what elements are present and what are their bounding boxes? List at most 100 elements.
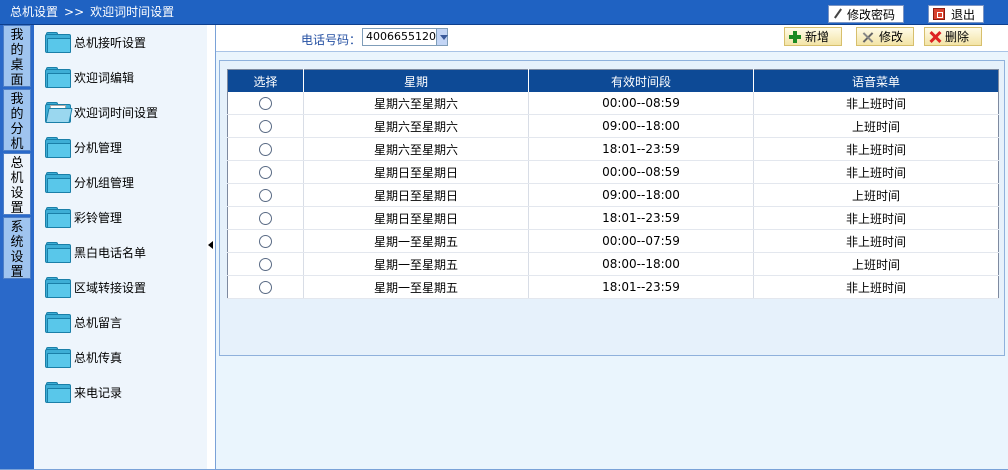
menu-item-welcome-time[interactable]: 欢迎词时间设置 — [44, 99, 158, 125]
select-cell — [227, 183, 304, 207]
weekday-cell: 星期日至星期日 — [303, 206, 529, 230]
phone-number-value: 4006655120 — [366, 30, 436, 43]
row-radio[interactable] — [259, 143, 272, 156]
time-range-cell: 00:00--08:59 — [528, 92, 754, 115]
row-radio[interactable] — [259, 97, 272, 110]
tools-icon — [861, 31, 875, 43]
table-row[interactable]: 星期六至星期六 00:00--08:59 非上班时间 — [227, 92, 999, 115]
vtab-label: 系统设置 — [10, 220, 24, 280]
voice-menu-cell: 非上班时间 — [753, 229, 999, 253]
row-radio[interactable] — [259, 189, 272, 202]
plus-icon — [789, 30, 801, 43]
time-range-cell: 18:01--23:59 — [528, 137, 754, 161]
vtab-switchboard-settings[interactable]: 总机设置 — [3, 153, 31, 216]
table-row[interactable]: 星期一至星期五 18:01--23:59 非上班时间 — [227, 275, 999, 299]
voice-menu-cell: 上班时间 — [753, 114, 999, 138]
collapse-arrow-icon[interactable] — [208, 241, 213, 249]
toolbar: 电话号码： 4006655120 新增 修改 删除 — [216, 25, 1008, 52]
voice-menu-cell: 上班时间 — [753, 252, 999, 276]
menu-item-label: 来电记录 — [74, 385, 123, 400]
pencil-icon — [833, 9, 843, 19]
vtab-my-desktop[interactable]: 我的桌面 — [3, 25, 31, 88]
menu-item-ringtone[interactable]: 彩铃管理 — [44, 204, 122, 230]
time-range-cell: 08:00--18:00 — [528, 252, 754, 276]
row-radio[interactable] — [259, 281, 272, 294]
menu-item-extension-manage[interactable]: 分机管理 — [44, 134, 122, 160]
table-row[interactable]: 星期一至星期五 08:00--18:00 上班时间 — [227, 252, 999, 276]
chevron-down-icon[interactable] — [436, 29, 448, 45]
add-label: 新增 — [805, 30, 830, 44]
table-row[interactable]: 星期一至星期五 00:00--07:59 非上班时间 — [227, 229, 999, 253]
row-radio[interactable] — [259, 212, 272, 225]
menu-item-voicemail[interactable]: 总机留言 — [44, 309, 122, 335]
menu-item-call-log[interactable]: 来电记录 — [44, 379, 122, 405]
table-header-row: 选择 星期 有效时间段 语音菜单 — [227, 69, 999, 92]
folder-icon — [44, 242, 71, 263]
table-row[interactable]: 星期日至星期日 00:00--08:59 非上班时间 — [227, 160, 999, 184]
row-radio[interactable] — [259, 258, 272, 271]
breadcrumb-parent[interactable]: 总机设置 — [10, 5, 58, 19]
voice-menu-cell: 非上班时间 — [753, 137, 999, 161]
select-cell — [227, 229, 304, 253]
menu-item-label: 彩铃管理 — [74, 210, 123, 225]
weekday-cell: 星期六至星期六 — [303, 92, 529, 115]
menu-item-label: 总机接听设置 — [74, 35, 147, 50]
time-range-cell: 00:00--07:59 — [528, 229, 754, 253]
row-radio[interactable] — [259, 166, 272, 179]
table-row[interactable]: 星期六至星期六 18:01--23:59 非上班时间 — [227, 137, 999, 161]
menu-item-label: 黑白电话名单 — [74, 245, 147, 260]
folder-icon — [44, 277, 71, 298]
delete-label: 删除 — [945, 30, 970, 44]
column-header-select: 选择 — [227, 69, 304, 92]
menu-item-label: 总机传真 — [74, 350, 123, 365]
menu-item-label: 分机组管理 — [74, 175, 135, 190]
table-row[interactable]: 星期日至星期日 18:01--23:59 非上班时间 — [227, 206, 999, 230]
row-radio[interactable] — [259, 120, 272, 133]
select-cell — [227, 252, 304, 276]
voice-menu-cell: 非上班时间 — [753, 206, 999, 230]
phone-number-select[interactable]: 4006655120 — [362, 28, 448, 46]
top-header-bar: 总机设置 >> 欢迎词时间设置 修改密码 退出 — [0, 0, 1008, 25]
vtab-system-settings[interactable]: 系统设置 — [3, 217, 31, 280]
table-row[interactable]: 星期日至星期日 09:00--18:00 上班时间 — [227, 183, 999, 207]
voice-menu-cell: 非上班时间 — [753, 275, 999, 299]
sidebar-splitter[interactable] — [207, 25, 216, 470]
menu-item-switchboard-answer[interactable]: 总机接听设置 — [44, 29, 146, 55]
menu-item-welcome-edit[interactable]: 欢迎词编辑 — [44, 64, 134, 90]
table-row[interactable]: 星期六至星期六 09:00--18:00 上班时间 — [227, 114, 999, 138]
delete-button[interactable]: 删除 — [924, 27, 982, 46]
vtab-my-extension[interactable]: 我的分机 — [3, 89, 31, 152]
time-range-cell: 18:01--23:59 — [528, 275, 754, 299]
weekday-cell: 星期六至星期六 — [303, 114, 529, 138]
time-range-cell: 09:00--18:00 — [528, 183, 754, 207]
weekday-cell: 星期日至星期日 — [303, 160, 529, 184]
select-cell — [227, 275, 304, 299]
voice-menu-cell: 上班时间 — [753, 183, 999, 207]
table-panel: 选择 星期 有效时间段 语音菜单 星期六至星期六 00:00--08:59 非上… — [219, 60, 1005, 356]
row-radio[interactable] — [259, 235, 272, 248]
select-cell — [227, 206, 304, 230]
exit-button[interactable]: 退出 — [928, 5, 984, 23]
select-cell — [227, 137, 304, 161]
menu-item-extension-group[interactable]: 分机组管理 — [44, 169, 134, 195]
weekday-cell: 星期一至星期五 — [303, 229, 529, 253]
breadcrumb-separator: >> — [64, 5, 85, 19]
column-header-voice-menu: 语音菜单 — [753, 69, 999, 92]
vtab-label: 总机设置 — [10, 156, 24, 216]
weekday-cell: 星期六至星期六 — [303, 137, 529, 161]
folder-icon — [44, 207, 71, 228]
change-password-label: 修改密码 — [847, 7, 896, 22]
voice-menu-cell: 非上班时间 — [753, 92, 999, 115]
select-cell — [227, 92, 304, 115]
add-button[interactable]: 新增 — [784, 27, 842, 46]
change-password-button[interactable]: 修改密码 — [828, 5, 904, 23]
breadcrumb: 总机设置 >> 欢迎词时间设置 — [10, 5, 174, 19]
menu-item-black-white-list[interactable]: 黑白电话名单 — [44, 239, 146, 265]
folder-icon — [44, 32, 71, 53]
open-folder-icon — [44, 102, 73, 123]
menu-item-region-transfer[interactable]: 区域转接设置 — [44, 274, 146, 300]
edit-button[interactable]: 修改 — [856, 27, 914, 46]
menu-item-fax[interactable]: 总机传真 — [44, 344, 122, 370]
time-range-cell: 18:01--23:59 — [528, 206, 754, 230]
exit-icon — [933, 8, 945, 20]
